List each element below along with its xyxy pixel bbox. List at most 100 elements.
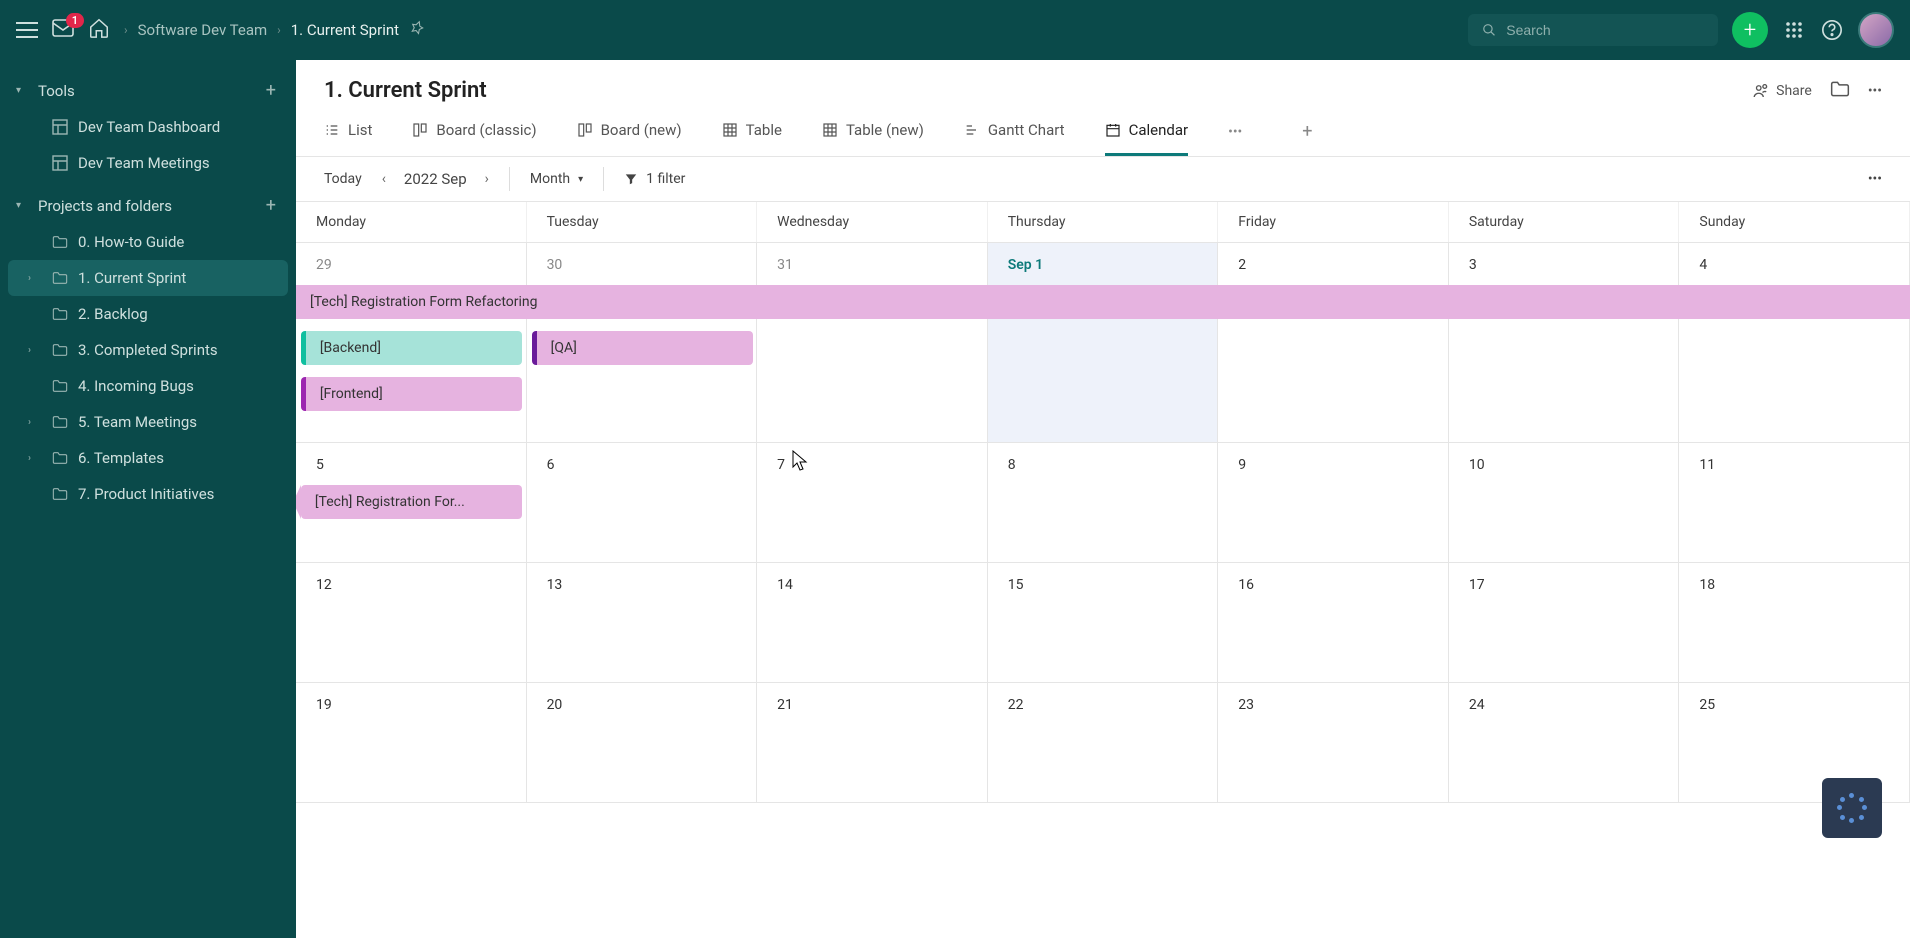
- calendar-cell[interactable]: 7: [757, 443, 988, 563]
- calendar-toolbar: Today ‹ 2022 Sep › Month ▾ 1 filter •••: [296, 157, 1910, 202]
- prev-month-button[interactable]: ‹: [382, 171, 386, 187]
- event-label: [Tech] Registration Form Refactoring: [310, 294, 538, 310]
- sidebar-item-project[interactable]: 2. Backlog: [8, 296, 288, 332]
- calendar-cell[interactable]: 23: [1218, 683, 1449, 803]
- sidebar-item-dev-meetings[interactable]: Dev Team Meetings: [8, 145, 288, 181]
- sidebar-item-dev-dashboard[interactable]: Dev Team Dashboard: [8, 109, 288, 145]
- calendar-cell[interactable]: 9: [1218, 443, 1449, 563]
- breadcrumb: › Software Dev Team › 1. Current Sprint: [124, 20, 425, 40]
- today-button[interactable]: Today: [324, 171, 362, 187]
- sidebar-item-project[interactable]: ›1. Current Sprint: [8, 260, 288, 296]
- event-label: [QA]: [551, 340, 577, 356]
- calendar-cell[interactable]: 14: [757, 563, 988, 683]
- tab-table-new-[interactable]: Table (new): [822, 121, 924, 156]
- calendar-date: 10: [1469, 457, 1659, 473]
- calendar-cell[interactable]: 19: [296, 683, 527, 803]
- calendar-cell[interactable]: 12: [296, 563, 527, 683]
- calendar-cell[interactable]: 20: [527, 683, 758, 803]
- tab-board-new-[interactable]: Board (new): [577, 121, 682, 156]
- calendar-cell[interactable]: 21: [757, 683, 988, 803]
- calendar-date: 24: [1469, 697, 1659, 713]
- tab-icon: [412, 122, 428, 138]
- calendar-cell[interactable]: 2: [1218, 243, 1449, 443]
- inbox-icon[interactable]: 1: [52, 19, 74, 41]
- tab-icon: [577, 122, 593, 138]
- calendar-date: 5: [316, 457, 506, 473]
- calendar-cell[interactable]: 18: [1679, 563, 1910, 683]
- plus-icon[interactable]: +: [266, 80, 276, 101]
- chevron-down-icon: ▾: [578, 174, 583, 185]
- more-icon[interactable]: •••: [1868, 83, 1882, 99]
- search-field[interactable]: [1506, 22, 1704, 38]
- calendar-cell[interactable]: 13: [527, 563, 758, 683]
- calendar-cell[interactable]: 17: [1449, 563, 1680, 683]
- sidebar-item-label: 4. Incoming Bugs: [78, 377, 194, 395]
- calendar-event[interactable]: [QA]: [532, 331, 753, 365]
- calendar-cell[interactable]: 8: [988, 443, 1219, 563]
- menu-icon[interactable]: [16, 22, 38, 38]
- tab-label: Table (new): [846, 121, 924, 139]
- calendar-more-icon[interactable]: •••: [1868, 171, 1882, 187]
- breadcrumb-item[interactable]: 1. Current Sprint: [291, 21, 399, 39]
- calendar-day-header: Thursday: [988, 202, 1219, 242]
- calendar-cell[interactable]: 11: [1679, 443, 1910, 563]
- calendar-grid: MondayTuesdayWednesdayThursdayFridaySatu…: [296, 202, 1910, 938]
- tab-list[interactable]: List: [324, 121, 372, 156]
- sidebar-section-projects[interactable]: ▾ Projects and folders +: [0, 187, 296, 224]
- pin-icon[interactable]: [409, 20, 425, 40]
- sidebar-section-tools[interactable]: ▾ Tools +: [0, 72, 296, 109]
- calendar-date: 17: [1469, 577, 1659, 593]
- add-view-button[interactable]: +: [1302, 121, 1312, 156]
- calendar-cell[interactable]: 24: [1449, 683, 1680, 803]
- folder-icon[interactable]: [1830, 80, 1850, 102]
- sidebar-item-project[interactable]: ›5. Team Meetings: [8, 404, 288, 440]
- calendar-event[interactable]: [Tech] Registration Form Refactoring: [296, 285, 1910, 319]
- calendar-cell[interactable]: 16: [1218, 563, 1449, 683]
- create-button[interactable]: +: [1732, 12, 1768, 48]
- calendar-cell[interactable]: 22: [988, 683, 1219, 803]
- next-month-button[interactable]: ›: [485, 171, 489, 187]
- calendar-cell[interactable]: 15: [988, 563, 1219, 683]
- sidebar-item-project[interactable]: 4. Incoming Bugs: [8, 368, 288, 404]
- apps-icon[interactable]: [1782, 18, 1806, 42]
- calendar-cell[interactable]: 6: [527, 443, 758, 563]
- folder-icon: [52, 415, 68, 429]
- share-button[interactable]: Share: [1752, 82, 1812, 100]
- range-select[interactable]: Month ▾: [530, 171, 583, 187]
- sidebar-item-label: 6. Templates: [78, 449, 164, 467]
- home-icon[interactable]: [88, 17, 110, 43]
- calendar-date: 23: [1238, 697, 1428, 713]
- sidebar-item-label: 5. Team Meetings: [78, 413, 197, 431]
- calendar-cell[interactable]: 3: [1449, 243, 1680, 443]
- calendar-cell[interactable]: 31: [757, 243, 988, 443]
- filter-button[interactable]: 1 filter: [624, 171, 685, 187]
- help-icon[interactable]: [1820, 18, 1844, 42]
- calendar-cell[interactable]: 10: [1449, 443, 1680, 563]
- tab-board-classic-[interactable]: Board (classic): [412, 121, 536, 156]
- calendar-date: 9: [1238, 457, 1428, 473]
- sidebar-item-project[interactable]: 7. Product Initiatives: [8, 476, 288, 512]
- tab-icon: [1105, 122, 1121, 138]
- tab-icon: [822, 122, 838, 138]
- dashboard-icon: [52, 155, 68, 171]
- calendar-date: 13: [547, 577, 737, 593]
- avatar[interactable]: [1858, 12, 1894, 48]
- tab-table[interactable]: Table: [722, 121, 782, 156]
- search-input[interactable]: [1468, 14, 1718, 46]
- filter-label: 1 filter: [646, 171, 685, 187]
- tab-gantt-chart[interactable]: Gantt Chart: [964, 121, 1065, 156]
- calendar-cell[interactable]: Sep 1: [988, 243, 1219, 443]
- calendar-cell[interactable]: 4: [1679, 243, 1910, 443]
- calendar-event[interactable]: [Backend]: [301, 331, 522, 365]
- sidebar-item-project[interactable]: ›6. Templates: [8, 440, 288, 476]
- tab-calendar[interactable]: Calendar: [1105, 121, 1189, 156]
- sidebar-item-label: 1. Current Sprint: [78, 269, 186, 287]
- tab-label: Board (classic): [436, 121, 536, 139]
- plus-icon[interactable]: +: [266, 195, 276, 216]
- calendar-tab-more-icon[interactable]: •••: [1228, 124, 1242, 154]
- sidebar-item-project[interactable]: ›3. Completed Sprints: [8, 332, 288, 368]
- sidebar-item-project[interactable]: 0. How-to Guide: [8, 224, 288, 260]
- calendar-event[interactable]: [Tech] Registration For...: [301, 485, 522, 519]
- calendar-event[interactable]: [Frontend]: [301, 377, 522, 411]
- breadcrumb-item[interactable]: Software Dev Team: [138, 21, 268, 39]
